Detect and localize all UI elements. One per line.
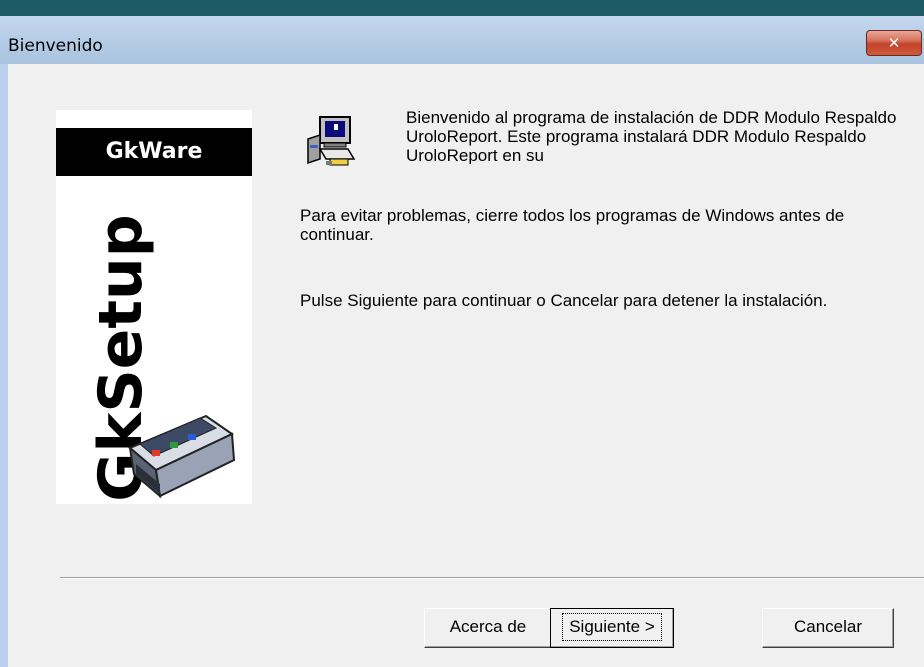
next-button[interactable]: Siguiente >	[550, 608, 674, 648]
about-button-label: Acerca de	[449, 617, 527, 636]
close-icon: ✕	[887, 34, 901, 52]
button-separator	[60, 577, 924, 579]
warning-text: Para evitar problemas, cierre todos los …	[300, 206, 845, 244]
side-banner: GkWare GkSetup	[56, 110, 252, 504]
welcome-text: Bienvenido al programa de instalación de…	[406, 108, 897, 164]
cancel-button-label: Cancelar	[793, 617, 863, 636]
instruction-text: Pulse Siguiente para continuar o Cancela…	[300, 291, 828, 310]
window-title: Bienvenido	[8, 36, 103, 56]
about-button[interactable]: Acerca de	[424, 608, 552, 648]
dialog-client-area: GkWare GkSetup Bienvenido al programa de…	[8, 64, 924, 667]
next-button-label: Siguiente >	[562, 613, 662, 641]
cancel-button[interactable]: Cancelar	[762, 608, 894, 648]
title-bar[interactable]: Bienvenido ✕	[0, 16, 924, 64]
close-button[interactable]: ✕	[866, 30, 922, 56]
setup-window: Bienvenido ✕ GkWare GkSetup Bienvenido a…	[0, 16, 924, 667]
installer-box-icon	[128, 414, 236, 499]
computer-setup-icon	[307, 116, 356, 166]
brand-label: GkWare	[56, 128, 252, 176]
